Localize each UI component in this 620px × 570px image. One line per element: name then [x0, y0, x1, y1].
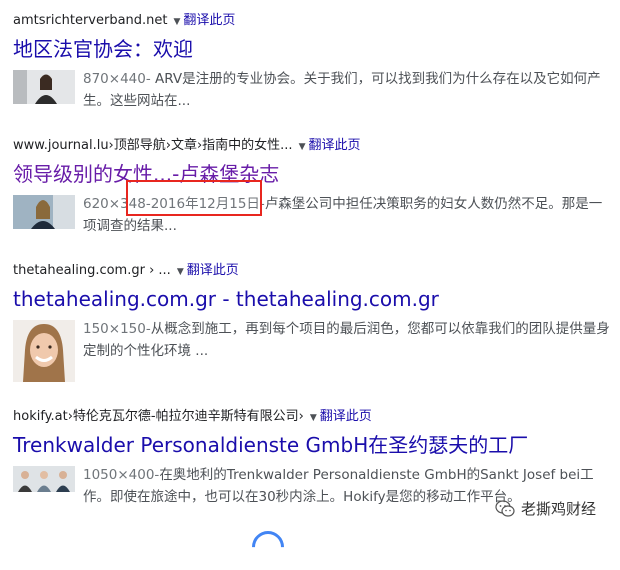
watermark: 老撕鸡财经	[495, 498, 596, 519]
cite-url[interactable]: www.journal.lu›顶部导航›文章›指南中的女性...	[13, 138, 293, 153]
cite-url[interactable]: amtsrichterverband.net	[13, 13, 168, 28]
person-image-icon	[13, 195, 75, 229]
cite-url[interactable]: thetahealing.com.gr › ...	[13, 263, 171, 278]
result-snippet: 870×440- ARV是注册的专业协会。关于我们，可以找到我们为什么存在以及它…	[13, 68, 613, 112]
dropdown-arrow-icon[interactable]: ▼	[177, 267, 184, 277]
result-text: ARV是注册的专业协会。关于我们，可以找到我们为什么存在以及它如何产生。这些网站…	[83, 71, 601, 109]
result-snippet: 150×150-从概念到施工，再到每个项目的最后润色，您都可以依靠我们的团队提供…	[13, 318, 613, 382]
result-cite: hokify.at›特伦克瓦尔德-帕拉尔迪辛斯特有限公司› ▼ 翻译此页	[13, 408, 613, 426]
dropdown-arrow-icon[interactable]: ▼	[174, 17, 181, 27]
result-title[interactable]: Trenkwalder Personaldienste GmbH在圣约瑟夫的工厂	[13, 432, 613, 458]
result-cite: amtsrichterverband.net ▼ 翻译此页	[13, 12, 613, 30]
search-result-1: amtsrichterverband.net ▼ 翻译此页 地区法官协会：欢迎 87…	[13, 12, 613, 112]
result-cite: www.journal.lu›顶部导航›文章›指南中的女性... ▼ 翻译此页	[13, 137, 613, 155]
translate-link[interactable]: 翻译此页	[187, 263, 239, 278]
search-result-3: thetahealing.com.gr › ... ▼ 翻译此页 thetaheal…	[13, 262, 613, 382]
result-title[interactable]: thetahealing.com.gr - thetahealing.com.g…	[13, 286, 613, 312]
dropdown-arrow-icon[interactable]: ▼	[310, 413, 317, 423]
translate-link[interactable]: 翻译此页	[183, 13, 235, 28]
result-thumbnail[interactable]	[13, 320, 75, 382]
result-snippet: 620×348-2016年12月15日-卢森堡公司中担任决策职务的妇女人数仍然不…	[13, 193, 613, 237]
result-thumbnail[interactable]	[13, 466, 75, 492]
result-text: 从概念到施工，再到每个项目的最后润色，您都可以依靠我们的团队提供量身定制的个性化…	[83, 321, 610, 359]
watermark-text: 老撕鸡财经	[521, 500, 597, 518]
search-result-2: www.journal.lu›顶部导航›文章›指南中的女性... ▼ 翻译此页 领导…	[13, 137, 613, 237]
result-title[interactable]: 领导级别的女性...-卢森堡杂志	[13, 161, 613, 187]
result-title[interactable]: 地区法官协会：欢迎	[13, 36, 613, 62]
result-thumbnail[interactable]	[13, 195, 75, 229]
person-image-icon	[13, 320, 75, 382]
result-cite: thetahealing.com.gr › ... ▼ 翻译此页	[13, 262, 613, 280]
translate-link[interactable]: 翻译此页	[320, 409, 372, 424]
result-meta: 870×440-	[83, 71, 151, 87]
person-image-icon	[13, 70, 75, 104]
dropdown-arrow-icon[interactable]: ▼	[299, 142, 306, 152]
wechat-icon	[495, 499, 515, 517]
translate-link[interactable]: 翻译此页	[308, 138, 360, 153]
result-description: 870×440- ARV是注册的专业协会。关于我们，可以找到我们为什么存在以及它…	[83, 68, 613, 112]
result-meta: 1050×400-	[83, 467, 160, 483]
cite-url[interactable]: hokify.at›特伦克瓦尔德-帕拉尔迪辛斯特有限公司›	[13, 409, 304, 424]
result-thumbnail[interactable]	[13, 70, 75, 104]
date-highlight-box	[126, 180, 262, 216]
result-description: 150×150-从概念到施工，再到每个项目的最后润色，您都可以依靠我们的团队提供…	[83, 318, 613, 382]
loading-circle-icon	[245, 524, 291, 570]
result-meta: 150×150-	[83, 321, 151, 337]
people-image-icon	[13, 466, 75, 492]
search-result-4: hokify.at›特伦克瓦尔德-帕拉尔迪辛斯特有限公司› ▼ 翻译此页 Trenk…	[13, 408, 613, 508]
